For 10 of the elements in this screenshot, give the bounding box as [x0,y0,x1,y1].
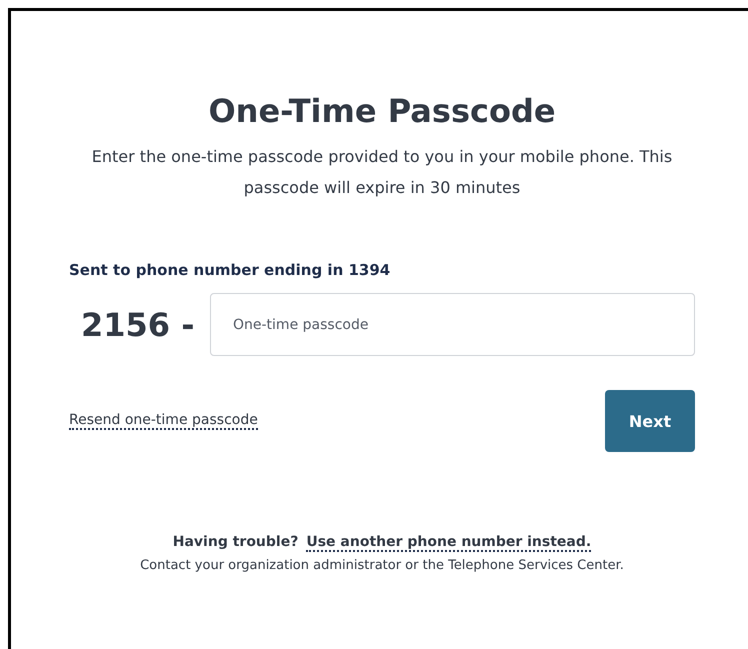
other-number-link[interactable]: Use another phone number instead. [306,534,592,552]
description-text: Enter the one-time passcode provided to you in your mobile phone. This passcode will expire in 30 minutes [90,146,674,199]
passcode-field[interactable]: One-time passcode [210,293,695,356]
code-prefix: 2156 - [80,306,196,344]
phone-label: Sent to phone number ending in 1394 [69,261,392,279]
contact-text: Contact your organization administrator or the Telephone Services Center. [139,558,625,573]
trouble-text: Having trouble? [172,534,298,552]
next-button[interactable]: Next [605,390,695,452]
resend-link[interactable]: Resend one-time passcode [69,412,258,430]
page-title: One-Time Passcode [207,91,557,132]
